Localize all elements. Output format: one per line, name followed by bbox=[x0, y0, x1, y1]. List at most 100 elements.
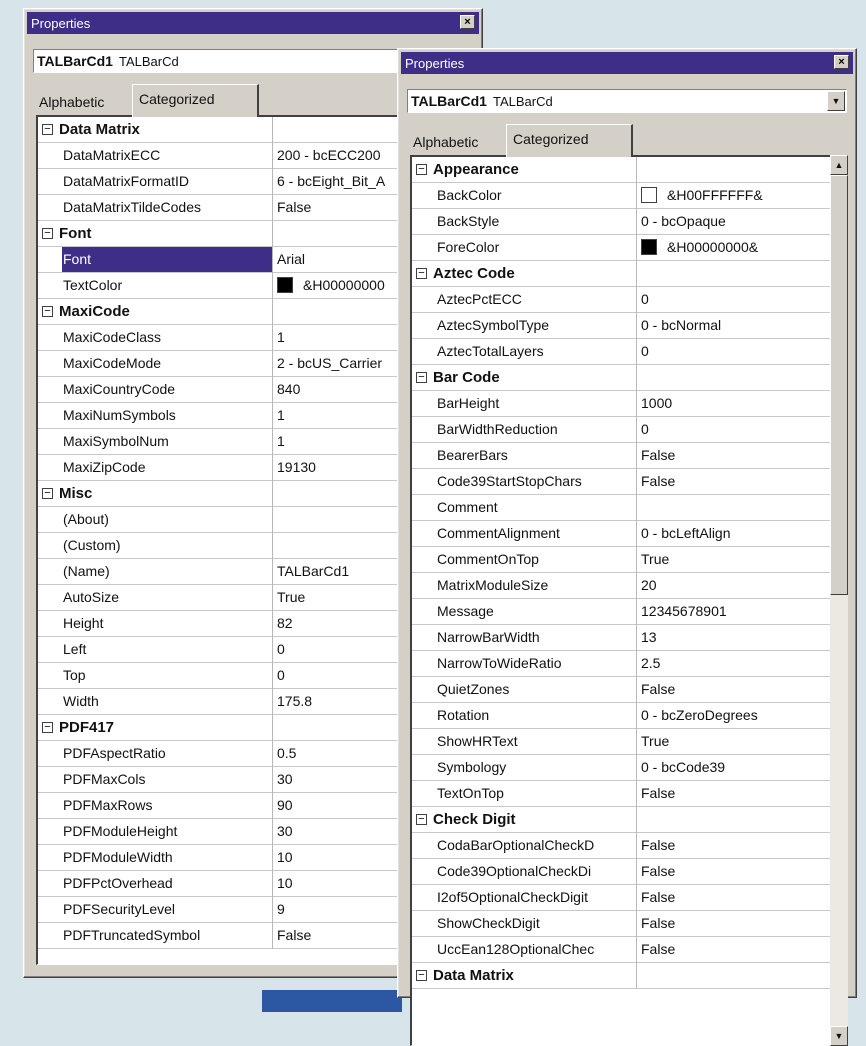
property-value-text: 0 bbox=[277, 641, 285, 657]
close-icon[interactable]: × bbox=[834, 55, 849, 69]
collapse-icon[interactable]: − bbox=[416, 268, 427, 279]
property-value[interactable]: False bbox=[637, 885, 841, 910]
vertical-scrollbar[interactable]: ▲ ▼ bbox=[830, 155, 848, 1046]
property-value[interactable]: 0 - bcCode39 bbox=[637, 755, 841, 780]
property-row-commentontop[interactable]: CommentOnTop True bbox=[412, 547, 841, 573]
row-gutter bbox=[412, 521, 430, 547]
category-row-bar-code[interactable]: − Bar Code bbox=[412, 365, 841, 391]
property-value[interactable]: 0 - bcNormal bbox=[637, 313, 841, 338]
property-value[interactable]: 0 - bcZeroDegrees bbox=[637, 703, 841, 728]
tab-categorized[interactable]: Categorized bbox=[506, 124, 633, 157]
property-value[interactable]: False bbox=[637, 443, 841, 468]
scroll-down-icon[interactable]: ▼ bbox=[830, 1026, 848, 1046]
title-bar[interactable]: Properties × bbox=[401, 52, 853, 74]
property-row-comment[interactable]: Comment bbox=[412, 495, 841, 521]
category-label: MaxiCode bbox=[59, 303, 130, 320]
property-row-message[interactable]: Message 12345678901 bbox=[412, 599, 841, 625]
property-row-code39optionalcheckdi[interactable]: Code39OptionalCheckDi False bbox=[412, 859, 841, 885]
tab-alphabetic[interactable]: Alphabetic bbox=[33, 89, 110, 115]
property-value[interactable]: False bbox=[637, 937, 841, 962]
property-row-matrixmodulesize[interactable]: MatrixModuleSize 20 bbox=[412, 573, 841, 599]
property-value[interactable]: 0 - bcOpaque bbox=[637, 209, 841, 234]
property-value[interactable]: &H00FFFFFF& bbox=[637, 183, 841, 208]
property-value[interactable]: 13 bbox=[637, 625, 841, 650]
property-value[interactable]: 0 bbox=[637, 287, 841, 312]
property-name: AztecTotalLayers bbox=[437, 343, 544, 359]
property-row-aztectotallayers[interactable]: AztecTotalLayers 0 bbox=[412, 339, 841, 365]
property-value-text: 0.5 bbox=[277, 745, 297, 761]
collapse-icon[interactable]: − bbox=[416, 970, 427, 981]
tab-categorized[interactable]: Categorized bbox=[132, 84, 259, 117]
property-row-backstyle[interactable]: BackStyle 0 - bcOpaque bbox=[412, 209, 841, 235]
collapse-icon[interactable]: − bbox=[42, 124, 53, 135]
property-row-barwidthreduction[interactable]: BarWidthReduction 0 bbox=[412, 417, 841, 443]
property-value[interactable]: False bbox=[637, 781, 841, 806]
collapse-icon[interactable]: − bbox=[42, 722, 53, 733]
object-selector[interactable]: TALBarCd1 TALBarCd ▼ bbox=[407, 89, 847, 113]
property-value[interactable]: 12345678901 bbox=[637, 599, 841, 624]
property-row-quietzones[interactable]: QuietZones False bbox=[412, 677, 841, 703]
property-value[interactable]: 1000 bbox=[637, 391, 841, 416]
property-value[interactable]: False bbox=[637, 911, 841, 936]
property-row-i2of5optionalcheckdigit[interactable]: I2of5OptionalCheckDigit False bbox=[412, 885, 841, 911]
row-gutter bbox=[38, 793, 56, 819]
column-divider bbox=[272, 221, 273, 247]
category-row-appearance[interactable]: − Appearance bbox=[412, 157, 841, 183]
property-value[interactable]: False bbox=[637, 677, 841, 702]
property-row-textontop[interactable]: TextOnTop False bbox=[412, 781, 841, 807]
property-value[interactable]: True bbox=[637, 547, 841, 572]
property-value[interactable]: False bbox=[637, 859, 841, 884]
property-value[interactable]: 0 bbox=[637, 417, 841, 442]
property-row-aztecpctecc[interactable]: AztecPctECC 0 bbox=[412, 287, 841, 313]
property-row-barheight[interactable]: BarHeight 1000 bbox=[412, 391, 841, 417]
property-value[interactable]: True bbox=[637, 729, 841, 754]
row-gutter bbox=[38, 637, 56, 663]
property-value[interactable]: 20 bbox=[637, 573, 841, 598]
property-value[interactable]: &H00000000& bbox=[637, 235, 841, 260]
property-value[interactable]: 2.5 bbox=[637, 651, 841, 676]
row-gutter bbox=[412, 885, 430, 911]
collapse-icon[interactable]: − bbox=[42, 228, 53, 239]
collapse-icon[interactable]: − bbox=[416, 814, 427, 825]
row-gutter bbox=[38, 689, 56, 715]
property-value-text: 1000 bbox=[641, 395, 673, 411]
scroll-thumb[interactable] bbox=[830, 175, 848, 595]
close-icon[interactable]: × bbox=[460, 15, 475, 29]
category-row-data-matrix[interactable]: − Data Matrix bbox=[412, 963, 841, 989]
property-value-text: 1 bbox=[277, 329, 285, 345]
property-row-narrowtowideratio[interactable]: NarrowToWideRatio 2.5 bbox=[412, 651, 841, 677]
property-row-code39startstopchars[interactable]: Code39StartStopChars False bbox=[412, 469, 841, 495]
property-value-text: 30 bbox=[277, 771, 293, 787]
property-name: Left bbox=[63, 641, 87, 657]
scroll-up-icon[interactable]: ▲ bbox=[830, 155, 848, 175]
property-value-text: False bbox=[641, 785, 676, 801]
property-row-showcheckdigit[interactable]: ShowCheckDigit False bbox=[412, 911, 841, 937]
property-name: MaxiNumSymbols bbox=[63, 407, 176, 423]
property-value[interactable]: False bbox=[637, 833, 841, 858]
property-row-codabaroptionalcheckd[interactable]: CodaBarOptionalCheckD False bbox=[412, 833, 841, 859]
property-value[interactable] bbox=[637, 495, 841, 520]
category-row-check-digit[interactable]: − Check Digit bbox=[412, 807, 841, 833]
property-row-symbology[interactable]: Symbology 0 - bcCode39 bbox=[412, 755, 841, 781]
property-row-commentalignment[interactable]: CommentAlignment 0 - bcLeftAlign bbox=[412, 521, 841, 547]
property-row-uccean128optionalchec[interactable]: UccEan128OptionalChec False bbox=[412, 937, 841, 963]
property-row-aztecsymboltype[interactable]: AztecSymbolType 0 - bcNormal bbox=[412, 313, 841, 339]
property-value[interactable]: False bbox=[637, 469, 841, 494]
collapse-icon[interactable]: − bbox=[42, 306, 53, 317]
property-value[interactable]: 0 - bcLeftAlign bbox=[637, 521, 841, 546]
collapse-icon[interactable]: − bbox=[42, 488, 53, 499]
property-row-rotation[interactable]: Rotation 0 - bcZeroDegrees bbox=[412, 703, 841, 729]
property-name: CommentAlignment bbox=[437, 525, 560, 541]
chevron-down-icon[interactable]: ▼ bbox=[827, 91, 845, 111]
property-row-bearerbars[interactable]: BearerBars False bbox=[412, 443, 841, 469]
property-row-narrowbarwidth[interactable]: NarrowBarWidth 13 bbox=[412, 625, 841, 651]
property-value[interactable]: 0 bbox=[637, 339, 841, 364]
property-row-backcolor[interactable]: BackColor &H00FFFFFF& bbox=[412, 183, 841, 209]
category-row-aztec-code[interactable]: − Aztec Code bbox=[412, 261, 841, 287]
collapse-icon[interactable]: − bbox=[416, 372, 427, 383]
property-row-showhrtext[interactable]: ShowHRText True bbox=[412, 729, 841, 755]
property-row-forecolor[interactable]: ForeColor &H00000000& bbox=[412, 235, 841, 261]
collapse-icon[interactable]: − bbox=[416, 164, 427, 175]
tab-alphabetic[interactable]: Alphabetic bbox=[407, 129, 484, 155]
title-bar[interactable]: Properties × bbox=[27, 12, 479, 34]
